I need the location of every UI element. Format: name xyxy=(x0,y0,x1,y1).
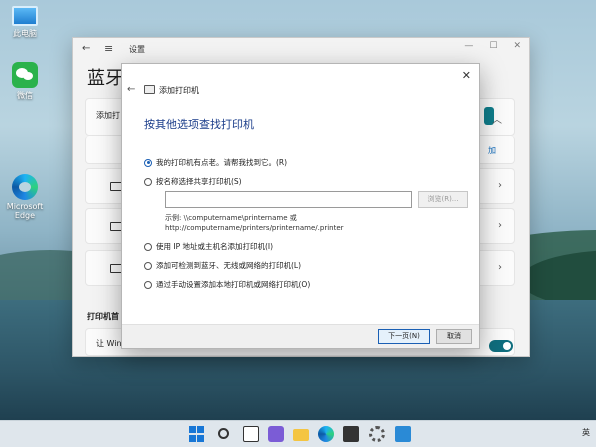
file-explorer-icon[interactable] xyxy=(293,429,309,441)
option-shared-printer[interactable]: 按名称选择共享打印机(S) xyxy=(144,176,242,187)
task-view-icon[interactable] xyxy=(243,426,259,442)
close-icon[interactable]: ✕ xyxy=(462,69,471,82)
browse-button[interactable]: 浏览(R)... xyxy=(418,191,468,208)
option-label: 使用 IP 地址或主机名添加打印机(I) xyxy=(156,242,274,251)
chevron-right-icon: › xyxy=(498,180,502,191)
start-icon[interactable] xyxy=(189,426,205,442)
radio-button[interactable] xyxy=(144,158,152,167)
desktop-icon-label: 此电脑 xyxy=(13,29,37,38)
taskbar: 英 xyxy=(0,420,596,447)
back-arrow-icon[interactable]: ← xyxy=(82,43,90,54)
cancel-button[interactable]: 取消 xyxy=(436,329,472,344)
radio-button[interactable] xyxy=(144,177,152,186)
window-controls: — ☐ ✕ xyxy=(464,41,521,51)
store-icon[interactable] xyxy=(343,426,359,442)
option-label: 添加可检测到蓝牙、无线或网络的打印机(L) xyxy=(156,261,302,270)
radio-button[interactable] xyxy=(144,261,152,270)
desktop-icon-wechat[interactable]: 微信 xyxy=(0,62,50,101)
desktop-icon-label: 微信 xyxy=(17,91,33,100)
search-icon[interactable] xyxy=(218,428,229,439)
option-local-manual[interactable]: 通过手动设置添加本地打印机或网络打印机(O) xyxy=(144,279,310,290)
default-printer-toggle[interactable] xyxy=(489,340,513,352)
maximize-icon[interactable]: ☐ xyxy=(489,41,497,51)
minimize-icon[interactable]: — xyxy=(464,41,473,51)
input-method-indicator[interactable]: 英 xyxy=(582,427,590,438)
option-label: 按名称选择共享打印机(S) xyxy=(156,177,242,186)
settings-icon[interactable] xyxy=(369,426,385,442)
radio-button[interactable] xyxy=(144,242,152,251)
chevron-right-icon: › xyxy=(498,262,502,273)
close-icon[interactable]: ✕ xyxy=(513,41,521,51)
next-button[interactable]: 下一页(N) xyxy=(378,329,430,344)
dialog-heading: 按其他选项查找打印机 xyxy=(144,118,254,131)
option-wireless[interactable]: 添加可检测到蓝牙、无线或网络的打印机(L) xyxy=(144,260,301,271)
option-label: 通过手动设置添加本地打印机或网络打印机(O) xyxy=(156,280,311,289)
printer-prefs-heading: 打印机首 xyxy=(87,312,119,321)
desktop-icon-edge[interactable]: Microsoft Edge xyxy=(0,174,50,220)
option-label: 我的打印机有点老。请帮我找到它。(R) xyxy=(156,158,288,167)
example-line: 示例: \\computername\printername 或 xyxy=(165,214,297,222)
add-manually-link[interactable]: 加 xyxy=(488,145,496,156)
radio-button[interactable] xyxy=(144,280,152,289)
desktop-icon-label: Microsoft Edge xyxy=(6,202,44,220)
example-line: http://computername/printers/printername… xyxy=(165,224,344,232)
printer-icon xyxy=(144,85,155,94)
settings-titlebar: ← ≡ 设置 — ☐ ✕ xyxy=(73,38,529,60)
computer-icon xyxy=(12,6,38,26)
example-text: 示例: \\computername\printername 或 http://… xyxy=(165,213,344,233)
hamburger-menu-icon[interactable]: ≡ xyxy=(104,42,113,55)
edge-icon[interactable] xyxy=(318,426,334,442)
page-title: 蓝牙 xyxy=(87,68,123,89)
shared-printer-name-input[interactable] xyxy=(165,191,412,208)
option-old-printer[interactable]: 我的打印机有点老。请帮我找到它。(R) xyxy=(144,157,287,168)
back-arrow-icon[interactable]: ← xyxy=(127,84,135,95)
dialog-title: 添加打印机 xyxy=(159,86,199,95)
dialog-footer: 下一页(N) 取消 xyxy=(122,324,479,348)
default-printer-label: 让 Win xyxy=(96,339,122,348)
option-ip-address[interactable]: 使用 IP 地址或主机名添加打印机(I) xyxy=(144,241,273,252)
edge-icon xyxy=(12,174,38,200)
remote-desktop-icon[interactable] xyxy=(395,426,411,442)
chevron-right-icon: › xyxy=(498,220,502,231)
desktop-icon-this-pc[interactable]: 此电脑 xyxy=(0,6,50,39)
add-device-label: 添加打 xyxy=(96,111,120,120)
settings-title: 设置 xyxy=(129,45,145,54)
chat-icon[interactable] xyxy=(268,426,284,442)
chevron-up-icon[interactable]: ︿ xyxy=(492,111,502,126)
add-printer-dialog: ✕ ← 添加打印机 按其他选项查找打印机 我的打印机有点老。请帮我找到它。(R)… xyxy=(121,63,480,349)
wechat-icon xyxy=(12,62,38,88)
